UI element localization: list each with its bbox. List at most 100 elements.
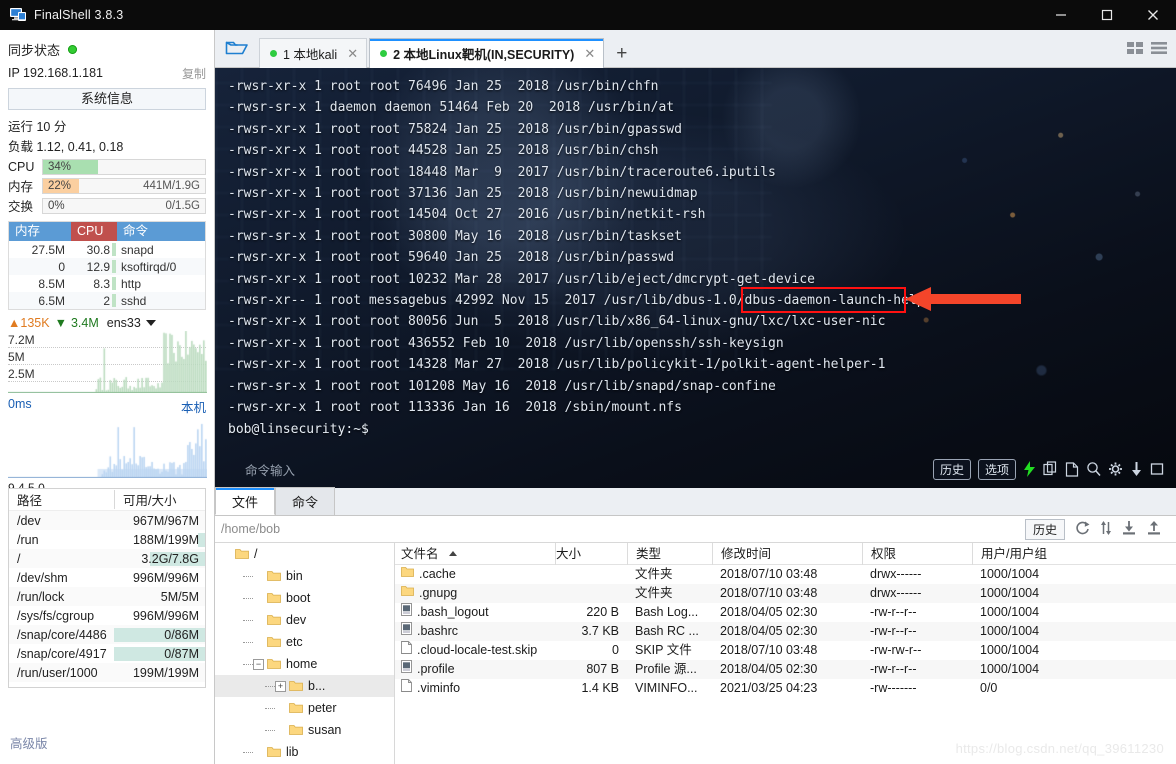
process-row[interactable]: 8.5M 8.3 http <box>9 275 205 292</box>
disk-path: /snap/core/4486 <box>17 627 107 642</box>
grid-view-icon[interactable] <box>1126 40 1144 59</box>
meter-percent: 22% <box>48 179 72 192</box>
copy-ip-button[interactable]: 复制 <box>182 65 206 82</box>
directory-tree[interactable]: / bin boot dev etc − home + b... peter susan lib <box>215 543 395 764</box>
terminal-panel[interactable]: -rwsr-xr-x 1 root root 76496 Jan 25 2018… <box>215 68 1176 488</box>
file-user-cell: 1000/1004 <box>980 567 1040 581</box>
file-panel-tab-2[interactable]: 命令 <box>275 487 336 515</box>
copy-icon[interactable] <box>1043 461 1058 477</box>
open-folder-icon[interactable] <box>215 29 259 67</box>
process-mem: 8.5M <box>38 276 65 291</box>
command-input-bar[interactable]: 命令输入 历史 选项 <box>215 450 1176 488</box>
file-name-cell: .cache <box>395 565 555 584</box>
window-icon[interactable] <box>1150 461 1164 477</box>
tree-node-dev[interactable]: dev <box>215 609 394 631</box>
tree-node-etc[interactable]: etc <box>215 631 394 653</box>
file-panel-tabs: 文件 命令 <box>215 487 1176 516</box>
terminal-tab-2[interactable]: 2 本地Linux靶机(IN,SECURITY) ✕ <box>369 38 605 68</box>
disk-row[interactable]: /sys/fs/cgroup 996M/996M <box>9 606 205 625</box>
file-col-1[interactable]: 大小 <box>555 543 627 565</box>
file-size-cell: 0 <box>612 643 619 657</box>
search-icon[interactable] <box>1086 461 1101 477</box>
file-col-2[interactable]: 类型 <box>627 543 712 565</box>
close-button[interactable] <box>1130 0 1176 30</box>
gear-icon[interactable] <box>1108 461 1123 477</box>
current-path-label[interactable]: /home/bob <box>221 522 280 536</box>
process-cpu: 8.3 <box>71 276 117 291</box>
download-icon[interactable] <box>1121 520 1137 539</box>
process-row[interactable]: 6.5M 2 sshd <box>9 292 205 309</box>
new-tab-button[interactable]: + <box>606 44 637 67</box>
terminal-line: -rwsr-xr-x 1 root root 59640 Jan 25 2018… <box>228 250 675 266</box>
minimize-button[interactable] <box>1038 0 1084 30</box>
system-info-button[interactable]: 系统信息 <box>8 88 206 110</box>
tree-node-susan[interactable]: susan <box>215 719 394 741</box>
path-bar[interactable]: /home/bob 历史 <box>215 516 1176 543</box>
disk-path: / <box>17 551 21 566</box>
disk-row[interactable]: /dev 967M/967M <box>9 511 205 530</box>
file-row[interactable]: .gnupg 文件夹 2018/07/10 03:48 drwx------ 1000/… <box>395 584 1176 603</box>
file-name-cell: .cloud-locale-test.skip <box>395 641 555 660</box>
process-col-cmd[interactable]: 命令 <box>117 222 205 241</box>
upload-icon[interactable] <box>1146 520 1162 539</box>
maximize-button[interactable] <box>1084 0 1130 30</box>
disk-path: /dev <box>17 513 41 528</box>
meter-label: 内存 <box>8 180 34 194</box>
tree-expander-icon[interactable]: − <box>253 658 264 670</box>
file-col-0[interactable]: 文件名 <box>395 543 555 565</box>
file-col-5[interactable]: 用户/用户组 <box>972 543 1082 565</box>
disk-row[interactable]: /run/user/1000 199M/199M <box>9 663 205 682</box>
file-row[interactable]: .bashrc 3.7 KB Bash RC ... 2018/04/05 02:30… <box>395 622 1176 641</box>
disk-row[interactable]: /snap/core/4486 0/86M <box>9 625 205 644</box>
process-row[interactable]: 0 12.9 ksoftirqd/0 <box>9 258 205 275</box>
process-row[interactable]: 27.5M 30.8 snapd <box>9 241 205 258</box>
file-row[interactable]: .profile 807 B Profile 源... 2018/04/05 02:3… <box>395 660 1176 679</box>
tab-close-icon[interactable]: ✕ <box>584 46 595 62</box>
tree-node-[interactable]: / <box>215 543 394 565</box>
disk-row[interactable]: /dev/shm 996M/996M <box>9 568 205 587</box>
disk-row[interactable]: / 3.2G/7.8G <box>9 549 205 568</box>
sync-icon[interactable] <box>1100 520 1112 539</box>
disk-row[interactable]: /run 188M/199M <box>9 530 205 549</box>
tree-expander-icon[interactable]: + <box>275 680 286 692</box>
download-icon[interactable] <box>1130 461 1143 477</box>
disk-col-path[interactable]: 路径 <box>9 490 114 509</box>
refresh-icon[interactable] <box>1074 520 1091 539</box>
tree-node-b[interactable]: + b... <box>215 675 394 697</box>
paste-icon[interactable] <box>1065 461 1079 477</box>
tab-close-icon[interactable]: ✕ <box>347 46 358 62</box>
file-row[interactable]: .cache 文件夹 2018/07/10 03:48 drwx------ 1000/… <box>395 565 1176 584</box>
disk-value: 188M/199M <box>114 532 205 547</box>
tree-node-boot[interactable]: boot <box>215 587 394 609</box>
process-col-mem[interactable]: 内存 <box>9 222 71 241</box>
file-col-3[interactable]: 修改时间 <box>712 543 862 565</box>
disk-row[interactable]: /run/lock 5M/5M <box>9 587 205 606</box>
tree-node-label: / <box>254 547 258 561</box>
tree-node-bin[interactable]: bin <box>215 565 394 587</box>
file-type-cell: Profile 源... <box>635 662 697 676</box>
file-row[interactable]: .bash_logout 220 B Bash Log... 2018/04/05 0… <box>395 603 1176 622</box>
disk-col-size[interactable]: 可用/大小 <box>114 490 205 509</box>
tree-node-lib[interactable]: lib <box>215 741 394 763</box>
file-row[interactable]: .viminfo 1.4 KB VIMINFO... 2021/03/25 04:23… <box>395 679 1176 698</box>
upload-icon: ▲ <box>8 316 21 330</box>
terminal-history-button[interactable]: 历史 <box>932 458 971 480</box>
terminal-tab-1[interactable]: 1 本地kali ✕ <box>259 38 368 68</box>
meter-label: 交换 <box>8 200 34 214</box>
file-col-4[interactable]: 权限 <box>862 543 972 565</box>
file-history-button[interactable]: 历史 <box>1024 518 1065 540</box>
tab-status-dot-icon <box>270 50 277 57</box>
tree-node-home[interactable]: − home <box>215 653 394 675</box>
meter-amount: 0/1.5G <box>165 199 200 212</box>
terminal-options-button[interactable]: 选项 <box>977 458 1016 480</box>
file-row[interactable]: .cloud-locale-test.skip 0 SKIP 文件 2018/07/1… <box>395 641 1176 660</box>
bolt-icon[interactable] <box>1023 461 1036 477</box>
file-name-cell: .profile <box>395 660 555 679</box>
list-view-icon[interactable] <box>1150 40 1168 59</box>
process-col-cpu[interactable]: CPU <box>71 222 117 241</box>
tree-node-peter[interactable]: peter <box>215 697 394 719</box>
chevron-down-icon[interactable] <box>145 320 156 326</box>
file-panel-tab-1[interactable]: 文件 <box>215 487 276 515</box>
meter-row-内存: 内存 22% 441M/1.9G <box>0 175 214 195</box>
disk-row[interactable]: /snap/core/4917 0/87M <box>9 644 205 663</box>
